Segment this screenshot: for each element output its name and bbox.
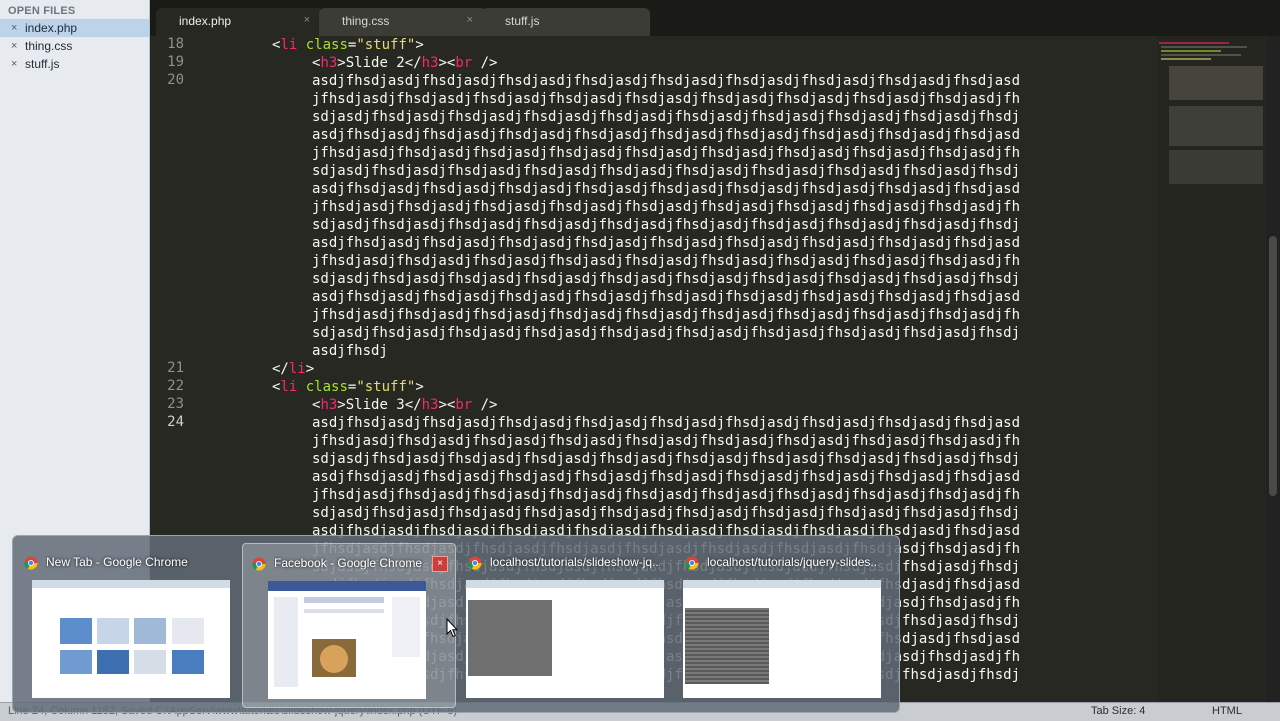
close-file-icon[interactable]: × [11,55,17,73]
line-number: 19 [167,54,184,70]
chrome-icon [252,557,266,571]
code-wrap-row: jfhsdjasdjfhsdjasdjfhsdjasdjfhsdjasdjfhs… [312,253,1021,269]
minimap-text-block [1169,150,1263,184]
tab-close-icon[interactable]: × [467,14,473,26]
code-wrap-row: jfhsdjasdjfhsdjasdjfhsdjasdjfhsdjasdjfhs… [312,145,1021,161]
minimap-line [1161,58,1211,60]
open-files-header: OPEN FILES [8,5,76,17]
line-number: 18 [167,36,184,52]
line-number: 20 [167,72,184,88]
open-file-stuff-js[interactable]: × stuff.js [0,55,149,73]
code-line-slide-2: <h3>Slide 2</h3><br /> [312,55,498,71]
line-number-gutter: 18 19 20 21 22 23 24 [150,36,192,536]
code-wrap-row: asdjfhsdjasdjfhsdjasdjfhsdjasdjfhsdjasdj… [312,289,1021,305]
preview-title: localhost/tutorials/slideshow-jq... [490,555,660,569]
tab-index-php[interactable]: index.php × [156,8,324,36]
preview-title: New Tab - Google Chrome [46,555,188,569]
code-wrap-row: asdjfhsdjasdjfhsdjasdjfhsdjasdjfhsdjasdj… [312,73,1021,89]
minimap-line [1161,50,1221,52]
preview-title: Facebook - Google Chrome [274,556,423,570]
preview-thumbnail [32,580,230,698]
code-wrap-row: jfhsdjasdjfhsdjasdjfhsdjasdjfhsdjasdjfhs… [312,91,1021,107]
code-wrap-row: asdjfhsdjasdjfhsdjasdjfhsdjasdjfhsdjasdj… [312,127,1021,143]
code-wrap-row: sdjasdjfhsdjasdjfhsdjasdjfhsdjasdjfhsdja… [312,217,1021,233]
chrome-icon [685,556,699,570]
code-wrap-row: asdjfhsdjasdjfhsdjasdjfhsdjasdjfhsdjasdj… [312,181,1021,197]
code-wrap-row: sdjasdjfhsdjasdjfhsdjasdjfhsdjasdjfhsdja… [312,505,1021,521]
code-line-li-close: </li> [272,361,315,377]
tab-label: stuff.js [505,14,540,28]
tab-size-indicator[interactable]: Tab Size: 4 [1091,705,1145,717]
code-wrap-row: asdjfhsdj [312,343,388,359]
chrome-icon [468,556,482,570]
code-wrap-row: jfhsdjasdjfhsdjasdjfhsdjasdjfhsdjasdjfhs… [312,487,1021,503]
code-wrap-row: sdjasdjfhsdjasdjfhsdjasdjfhsdjasdjfhsdja… [312,451,1021,467]
tab-close-icon[interactable]: × [304,14,310,26]
tab-thing-css[interactable]: thing.css × [319,8,487,36]
open-file-index-php[interactable]: × index.php [0,19,149,37]
vertical-scrollbar[interactable] [1266,36,1280,702]
code-wrap-row: asdjfhsdjasdjfhsdjasdjfhsdjasdjfhsdjasdj… [312,235,1021,251]
line-number: 21 [167,360,184,376]
mouse-cursor-icon [446,618,458,638]
minimap-line [1161,46,1247,48]
code-line-li-open: <li class="stuff"> [272,37,424,53]
code-wrap-row: asdjfhsdjasdjfhsdjasdjfhsdjasdjfhsdjasdj… [312,469,1021,485]
preview-window-slideshow[interactable]: localhost/tutorials/slideshow-jq... [459,543,671,706]
minimap-line [1161,54,1241,56]
close-window-icon[interactable]: × [432,556,448,572]
minimap-line [1159,42,1229,44]
minimap[interactable] [1157,36,1265,702]
open-file-label: thing.css [25,39,73,53]
preview-thumbnail [466,580,664,698]
close-file-icon[interactable]: × [11,19,17,37]
code-line-li-open: <li class="stuff"> [272,379,424,395]
minimap-text-block [1169,66,1263,100]
preview-window-new-tab[interactable]: New Tab - Google Chrome [15,543,230,706]
preview-window-jquery-slides[interactable]: localhost/tutorials/jquery-slides... [676,543,888,706]
scrollbar-thumb[interactable] [1269,236,1277,496]
chrome-icon [24,556,38,570]
line-number: 22 [167,378,184,394]
preview-window-facebook[interactable]: Facebook - Google Chrome × [242,543,456,708]
current-line-number: 24 [167,414,184,430]
tab-label: thing.css [342,14,390,28]
open-file-label: stuff.js [25,57,60,71]
line-number: 23 [167,396,184,412]
syntax-indicator[interactable]: HTML [1212,705,1242,717]
code-wrap-row: sdjasdjfhsdjasdjfhsdjasdjfhsdjasdjfhsdja… [312,271,1021,287]
code-wrap-row: sdjasdjfhsdjasdjfhsdjasdjfhsdjasdjfhsdja… [312,325,1021,341]
code-wrap-row: asdjfhsdjasdjfhsdjasdjfhsdjasdjfhsdjasdj… [312,415,1021,431]
code-wrap-row: jfhsdjasdjfhsdjasdjfhsdjasdjfhsdjasdjfhs… [312,433,1021,449]
preview-title: localhost/tutorials/jquery-slides... [707,555,877,569]
tab-label: index.php [179,14,232,28]
open-file-thing-css[interactable]: × thing.css [0,37,149,55]
code-wrap-row: jfhsdjasdjfhsdjasdjfhsdjasdjfhsdjasdjfhs… [312,199,1021,215]
tab-stuff-js[interactable]: stuff.js [482,8,650,36]
preview-thumbnail [268,581,426,699]
code-wrap-row: sdjasdjfhsdjasdjfhsdjasdjfhsdjasdjfhsdja… [312,109,1021,125]
code-line-slide-3: <h3>Slide 3</h3><br /> [312,397,498,413]
code-wrap-row: jfhsdjasdjfhsdjasdjfhsdjasdjfhsdjasdjfhs… [312,307,1021,323]
close-file-icon[interactable]: × [11,37,17,55]
minimap-text-block [1169,106,1263,146]
open-file-label: index.php [25,21,78,35]
preview-thumbnail [683,580,881,698]
editor-tab-bar: index.php × thing.css × stuff.js [150,0,1280,36]
code-wrap-row: sdjasdjfhsdjasdjfhsdjasdjfhsdjasdjfhsdja… [312,163,1021,179]
